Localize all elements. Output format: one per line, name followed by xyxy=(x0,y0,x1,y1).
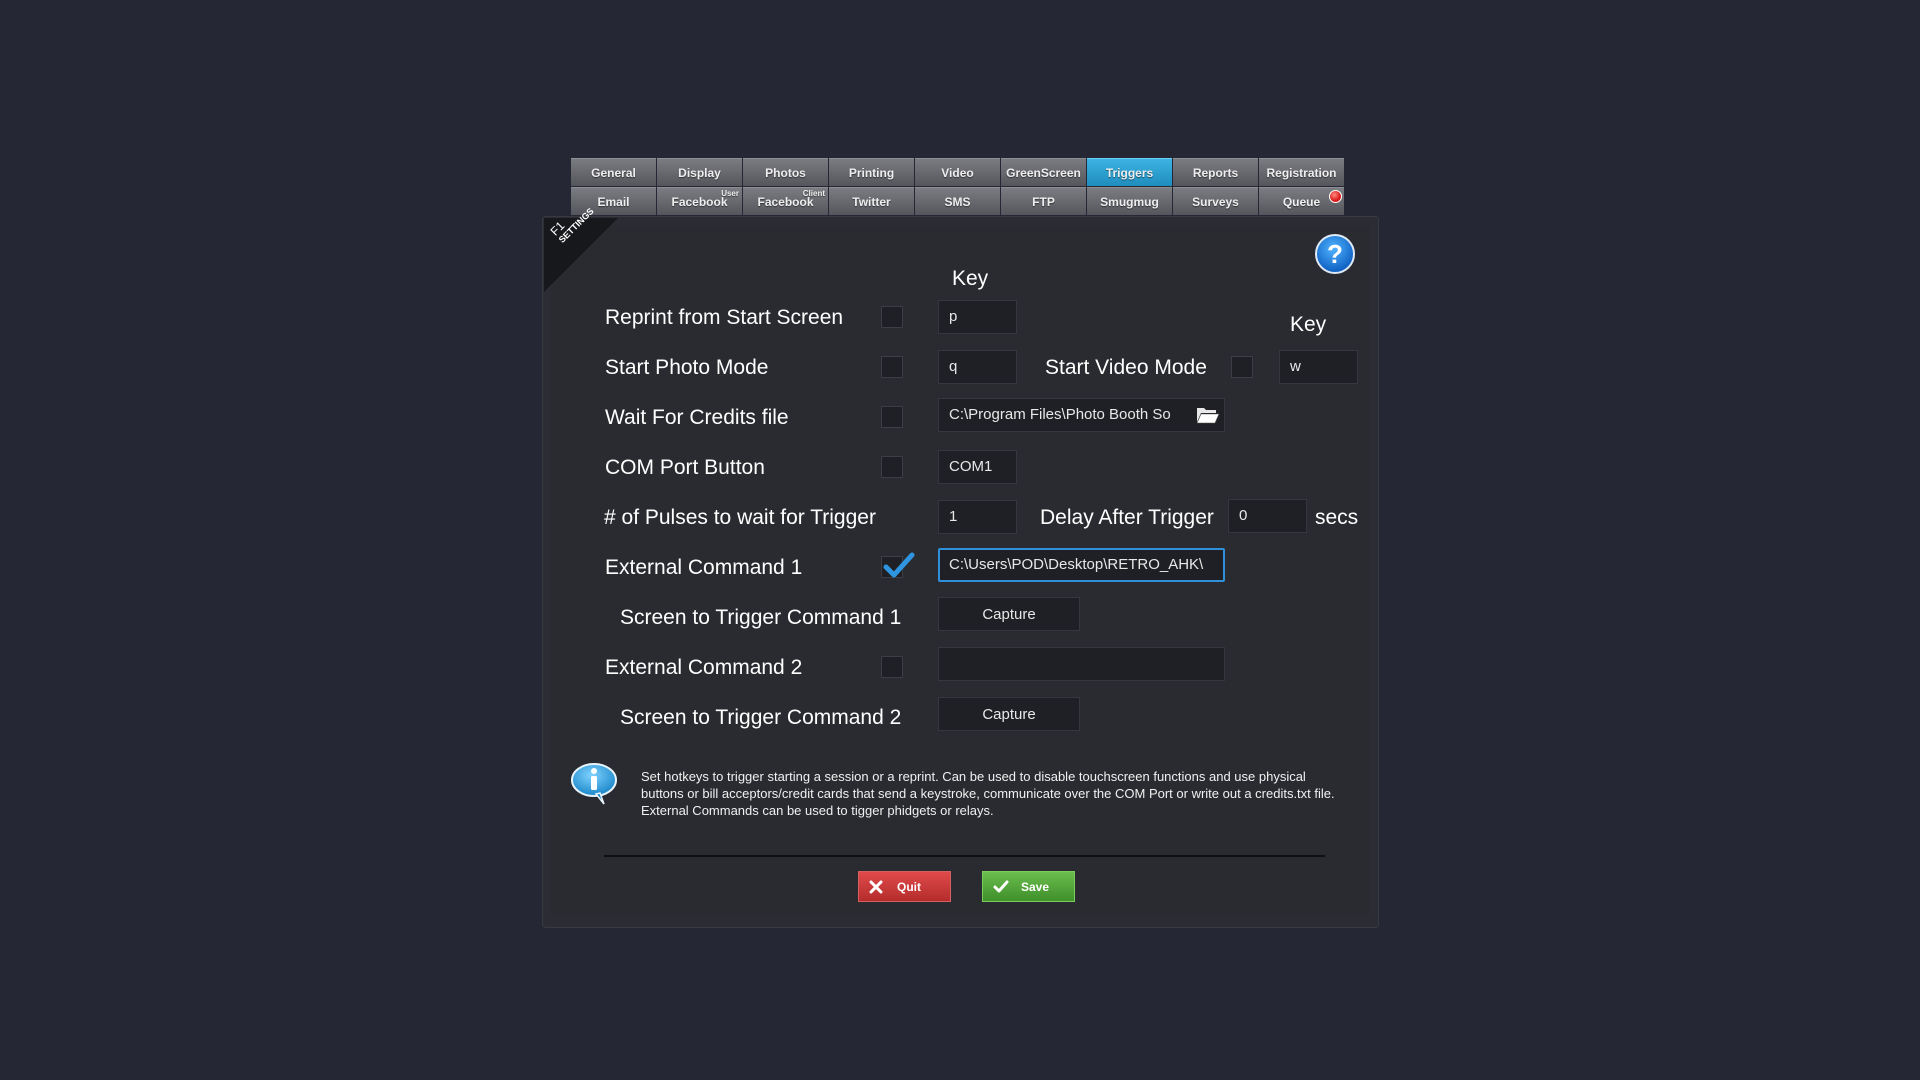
tab-smugmug[interactable]: Smugmug xyxy=(1087,187,1172,215)
reprint-label: Reprint from Start Screen xyxy=(605,306,844,329)
tab-label: Triggers xyxy=(1105,165,1154,180)
screen-cmd-2-label: Screen to Trigger Command 2 xyxy=(620,706,902,729)
video-mode-label: Start Video Mode xyxy=(1045,356,1207,379)
credits-path-input[interactable]: C:\Program Files\Photo Booth So xyxy=(938,398,1225,432)
photo-mode-key-input[interactable]: q xyxy=(938,350,1017,384)
tab-label: SMS xyxy=(944,194,971,209)
quit-button-label: Quit xyxy=(897,879,921,894)
footer-divider xyxy=(604,855,1325,857)
pulses-input[interactable]: 1 xyxy=(938,500,1017,534)
close-icon xyxy=(869,880,887,894)
tab-photos[interactable]: Photos xyxy=(743,158,828,186)
quit-button[interactable]: Quit xyxy=(858,871,951,902)
pulses-label: # of Pulses to wait for Trigger xyxy=(604,506,876,529)
tab-label: General xyxy=(591,165,636,180)
tab-label: FTP xyxy=(1032,194,1055,209)
tab-label: Surveys xyxy=(1192,194,1239,209)
tab-row-2: Email User Facebook Client Facebook Twit… xyxy=(571,187,1346,215)
ext-cmd-1-label: External Command 1 xyxy=(605,556,803,579)
ext-cmd-2-checkbox[interactable] xyxy=(881,656,903,678)
tab-twitter[interactable]: Twitter xyxy=(829,187,914,215)
tab-video[interactable]: Video xyxy=(915,158,1000,186)
delay-unit-label: secs xyxy=(1315,506,1359,529)
tab-label: Printing xyxy=(848,165,895,180)
tab-queue[interactable]: Queue xyxy=(1259,187,1344,215)
credits-path-text: C:\Program Files\Photo Booth So xyxy=(949,406,1171,423)
capture-button-2[interactable]: Capture xyxy=(938,697,1080,731)
info-speech-bubble-icon xyxy=(571,763,617,805)
tab-surveys[interactable]: Surveys xyxy=(1173,187,1258,215)
tab-triggers[interactable]: Triggers xyxy=(1087,158,1172,186)
screen-cmd-1-label: Screen to Trigger Command 1 xyxy=(620,606,902,629)
ext-cmd-2-label: External Command 2 xyxy=(605,656,803,679)
tab-label: Registration xyxy=(1266,165,1337,180)
com-port-checkbox[interactable] xyxy=(881,456,903,478)
key-column-header: Key xyxy=(952,267,989,290)
video-mode-key-input[interactable]: w xyxy=(1279,350,1358,384)
delay-label: Delay After Trigger xyxy=(1040,506,1214,529)
capture-button-1[interactable]: Capture xyxy=(938,597,1080,631)
credits-checkbox[interactable] xyxy=(881,406,903,428)
tab-label: Reports xyxy=(1192,165,1239,180)
tab-reports[interactable]: Reports xyxy=(1173,158,1258,186)
credits-label: Wait For Credits file xyxy=(605,406,789,429)
tab-printing[interactable]: Printing xyxy=(829,158,914,186)
ext-cmd-1-input[interactable]: C:\Users\POD\Desktop\RETRO_AHK\ xyxy=(938,548,1225,582)
tab-ftp[interactable]: FTP xyxy=(1001,187,1086,215)
tab-row-1: General Display Photos Printing Video Gr… xyxy=(571,158,1346,186)
settings-tabs: General Display Photos Printing Video Gr… xyxy=(571,158,1346,216)
delay-input[interactable]: 0 xyxy=(1228,499,1307,533)
reprint-key-input[interactable]: p xyxy=(938,300,1017,334)
tab-label: GreenScreen xyxy=(1006,165,1081,180)
tab-label: Smugmug xyxy=(1100,194,1159,209)
save-button-label: Save xyxy=(1021,879,1050,894)
photo-mode-label: Start Photo Mode xyxy=(605,356,769,379)
help-icon[interactable]: ? xyxy=(1315,234,1355,274)
tab-label: Facebook xyxy=(671,194,728,209)
help-glyph: ? xyxy=(1327,238,1343,269)
folder-open-icon[interactable] xyxy=(1196,405,1220,425)
tab-superscript: Client xyxy=(802,189,825,198)
tab-label: Email xyxy=(597,194,630,209)
com-port-input[interactable]: COM1 xyxy=(938,450,1017,484)
ext-cmd-1-checkbox[interactable] xyxy=(881,552,915,578)
tab-superscript: User xyxy=(721,189,739,198)
tab-general[interactable]: General xyxy=(571,158,656,186)
tab-display[interactable]: Display xyxy=(657,158,742,186)
queue-alert-dot-icon xyxy=(1329,190,1342,203)
tab-label: Display xyxy=(678,165,721,180)
tab-facebook-user[interactable]: User Facebook xyxy=(657,187,742,215)
tab-label: Video xyxy=(941,165,974,180)
ext-cmd-2-input[interactable] xyxy=(938,647,1225,681)
info-description: Set hotkeys to trigger starting a sessio… xyxy=(641,769,1335,818)
checkmark-icon xyxy=(883,552,915,578)
reprint-checkbox[interactable] xyxy=(881,306,903,328)
tab-label: Twitter xyxy=(852,194,891,209)
tab-sms[interactable]: SMS xyxy=(915,187,1000,215)
tab-registration[interactable]: Registration xyxy=(1259,158,1344,186)
tab-facebook-client[interactable]: Client Facebook xyxy=(743,187,828,215)
com-port-label: COM Port Button xyxy=(605,456,765,479)
tab-label: Queue xyxy=(1282,194,1321,209)
photo-mode-checkbox[interactable] xyxy=(881,356,903,378)
video-mode-checkbox[interactable] xyxy=(1231,356,1253,378)
key-column-header-video: Key xyxy=(1290,313,1327,336)
tab-greenscreen[interactable]: GreenScreen xyxy=(1001,158,1086,186)
tab-label: Photos xyxy=(765,165,806,180)
save-button[interactable]: Save xyxy=(982,871,1075,902)
checkmark-icon xyxy=(993,880,1011,894)
